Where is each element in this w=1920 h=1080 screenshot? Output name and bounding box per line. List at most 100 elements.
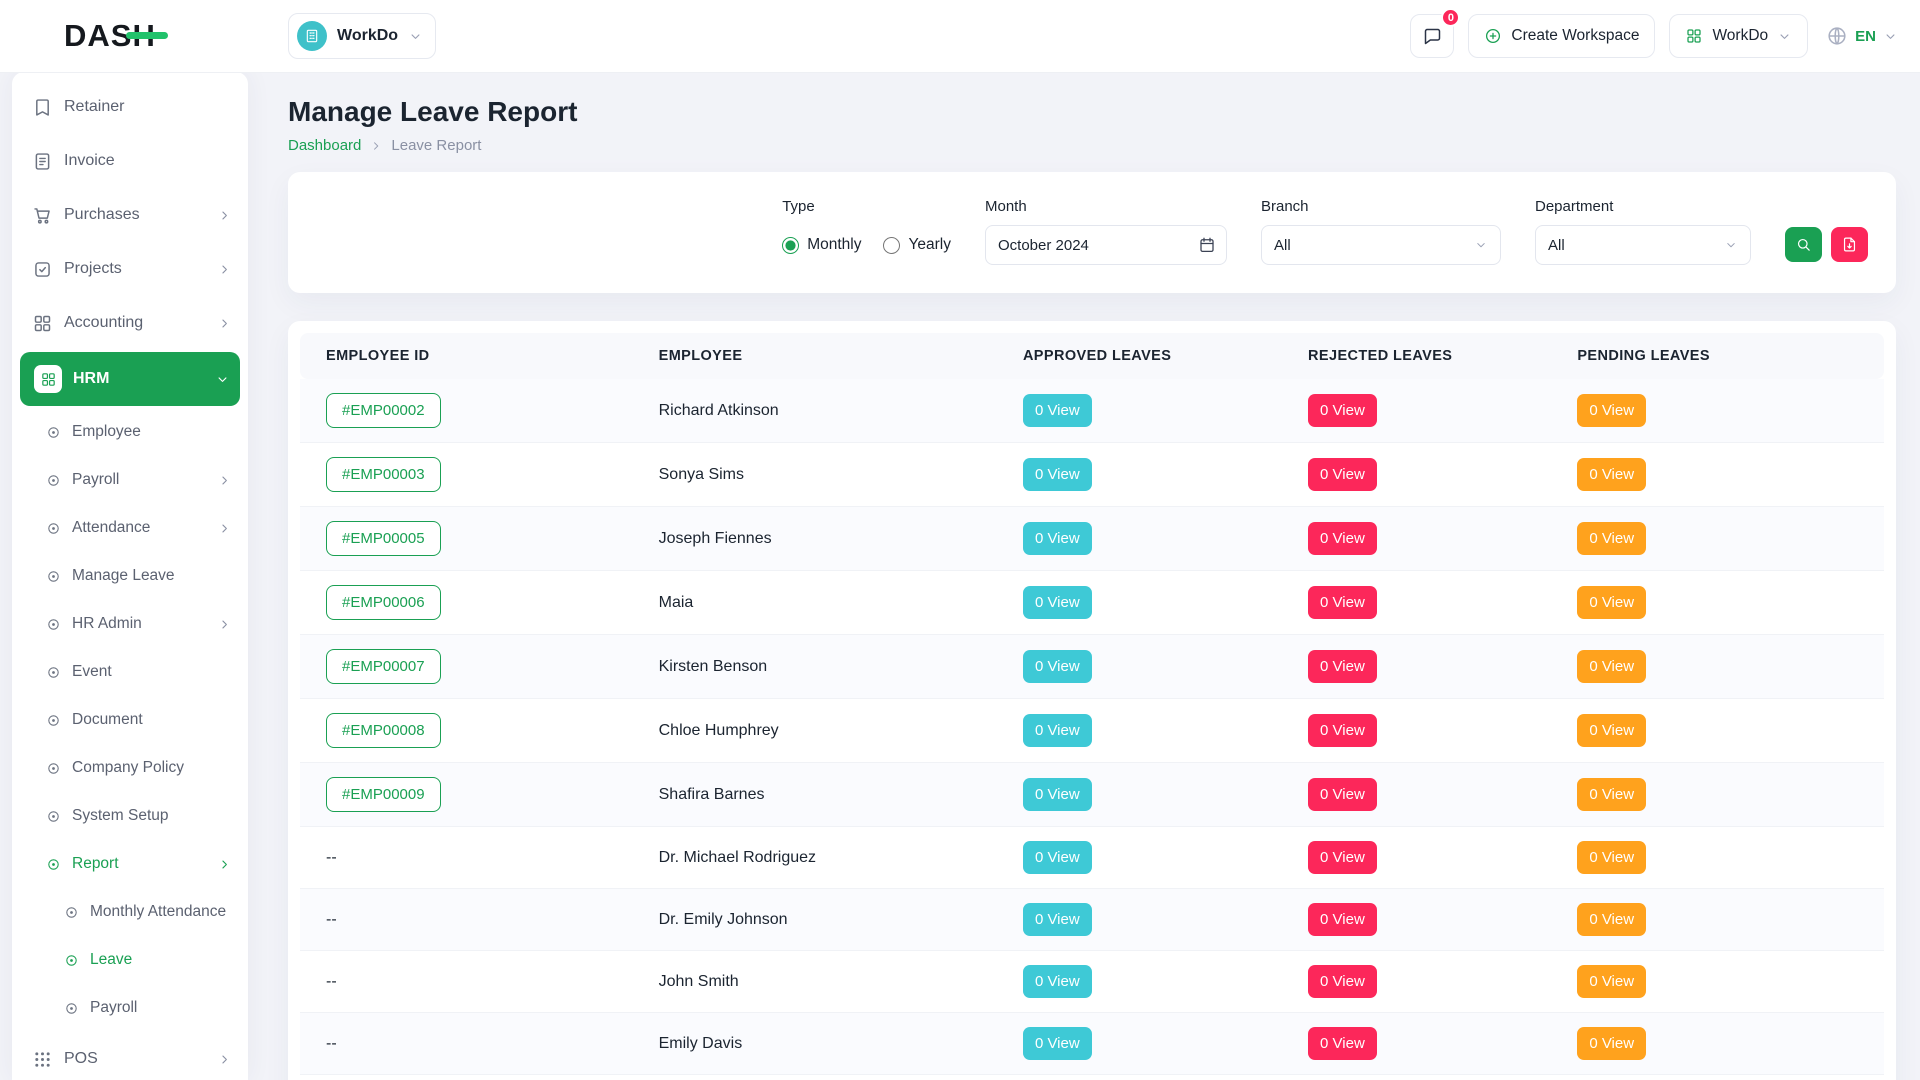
chevron-right-icon: [217, 1052, 232, 1067]
radio-yearly-input[interactable]: [883, 237, 900, 254]
branch-selected-value: All: [1274, 237, 1291, 254]
approved-leaves-button[interactable]: 0 View: [1023, 903, 1092, 936]
table-row: #EMP00007 Kirsten Benson 0 View 0 View 0 Vie…: [300, 635, 1884, 699]
employee-id-empty: --: [326, 973, 337, 990]
workspace-name: WorkDo: [337, 27, 398, 45]
sidebar-item-manage-leave[interactable]: Manage Leave: [18, 552, 242, 600]
branch-select[interactable]: All: [1261, 225, 1501, 265]
rejected-leaves-button[interactable]: 0 View: [1308, 650, 1377, 683]
sidebar-item-report[interactable]: Report: [18, 840, 242, 888]
brand-logo[interactable]: DASH: [0, 18, 288, 54]
employee-name: Kirsten Benson: [659, 658, 768, 675]
sidebar-item-company-policy[interactable]: Company Policy: [18, 744, 242, 792]
circle-icon: [46, 761, 61, 776]
workspace-dropdown-button[interactable]: WorkDo: [1669, 14, 1808, 58]
messages-button[interactable]: 0: [1410, 14, 1454, 58]
export-button[interactable]: [1831, 227, 1868, 262]
language-selector[interactable]: EN: [1822, 25, 1902, 47]
radio-monthly-input[interactable]: [782, 237, 799, 254]
sidebar-item-invoice[interactable]: Invoice: [18, 134, 242, 188]
approved-leaves-button[interactable]: 0 View: [1023, 778, 1092, 811]
sidebar-item-system-setup[interactable]: System Setup: [18, 792, 242, 840]
approved-leaves-button[interactable]: 0 View: [1023, 586, 1092, 619]
employee-id-button[interactable]: #EMP00008: [326, 713, 441, 748]
brand-logo-accent: [126, 32, 168, 39]
radio-yearly[interactable]: Yearly: [883, 236, 951, 254]
rejected-leaves-button[interactable]: 0 View: [1308, 714, 1377, 747]
workspace-avatar: [297, 21, 327, 51]
approved-leaves-button[interactable]: 0 View: [1023, 714, 1092, 747]
rejected-leaves-button[interactable]: 0 View: [1308, 903, 1377, 936]
circle-icon: [46, 809, 61, 824]
employee-name: Dr. Michael Rodriguez: [659, 849, 816, 866]
approved-leaves-button[interactable]: 0 View: [1023, 1027, 1092, 1060]
circle-icon: [46, 713, 61, 728]
approved-leaves-button[interactable]: 0 View: [1023, 522, 1092, 555]
rejected-leaves-button[interactable]: 0 View: [1308, 965, 1377, 998]
sidebar-item-label: Payroll: [90, 999, 232, 1017]
pending-leaves-button[interactable]: 0 View: [1577, 965, 1646, 998]
search-button[interactable]: [1785, 227, 1822, 262]
sidebar-item-retainer[interactable]: Retainer: [18, 80, 242, 134]
rejected-leaves-button[interactable]: 0 View: [1308, 394, 1377, 427]
employee-id-button[interactable]: #EMP00009: [326, 777, 441, 812]
pending-leaves-button[interactable]: 0 View: [1577, 458, 1646, 491]
sidebar-item-attendance[interactable]: Attendance: [18, 504, 242, 552]
sidebar-item-event[interactable]: Event: [18, 648, 242, 696]
sidebar-item-employee[interactable]: Employee: [18, 408, 242, 456]
employee-id-button[interactable]: #EMP00007: [326, 649, 441, 684]
rejected-leaves-button[interactable]: 0 View: [1308, 778, 1377, 811]
sidebar-item-label: Invoice: [64, 152, 232, 170]
pending-leaves-button[interactable]: 0 View: [1577, 903, 1646, 936]
employee-name: Emily Davis: [659, 1035, 743, 1052]
month-input[interactable]: [985, 225, 1227, 265]
rejected-leaves-button[interactable]: 0 View: [1308, 522, 1377, 555]
branch-filter: Branch All: [1261, 198, 1501, 265]
circle-icon: [46, 425, 61, 440]
approved-leaves-button[interactable]: 0 View: [1023, 650, 1092, 683]
employee-id-button[interactable]: #EMP00006: [326, 585, 441, 620]
sidebar-item-leave[interactable]: Leave: [18, 936, 242, 984]
pending-leaves-button[interactable]: 0 View: [1577, 522, 1646, 555]
sidebar-item-hrm[interactable]: HRM: [20, 352, 240, 406]
sidebar-item-accounting[interactable]: Accounting: [18, 296, 242, 350]
rejected-leaves-button[interactable]: 0 View: [1308, 841, 1377, 874]
employee-id-button[interactable]: #EMP00002: [326, 393, 441, 428]
approved-leaves-button[interactable]: 0 View: [1023, 841, 1092, 874]
chat-icon: [1422, 26, 1443, 47]
sidebar-item-projects[interactable]: Projects: [18, 242, 242, 296]
pending-leaves-button[interactable]: 0 View: [1577, 841, 1646, 874]
pending-leaves-button[interactable]: 0 View: [1577, 714, 1646, 747]
rejected-leaves-button[interactable]: 0 View: [1308, 458, 1377, 491]
approved-leaves-button[interactable]: 0 View: [1023, 394, 1092, 427]
leave-report-table: EMPLOYEE ID EMPLOYEE APPROVED LEAVES REJ…: [300, 333, 1884, 1080]
workspace-switcher-button[interactable]: WorkDo: [288, 13, 436, 59]
approved-leaves-button[interactable]: 0 View: [1023, 458, 1092, 491]
department-select[interactable]: All: [1535, 225, 1751, 265]
radio-monthly[interactable]: Monthly: [782, 236, 861, 254]
hrm-icon: [34, 365, 62, 393]
employee-id-button[interactable]: #EMP00003: [326, 457, 441, 492]
sidebar-item-payroll[interactable]: Payroll: [18, 984, 242, 1032]
sidebar-item-pos[interactable]: POS: [18, 1032, 242, 1080]
sidebar-item-label: Company Policy: [72, 759, 232, 777]
pending-leaves-button[interactable]: 0 View: [1577, 650, 1646, 683]
approved-leaves-button[interactable]: 0 View: [1023, 965, 1092, 998]
sidebar-item-document[interactable]: Document: [18, 696, 242, 744]
pending-leaves-button[interactable]: 0 View: [1577, 778, 1646, 811]
sidebar-item-payroll[interactable]: Payroll: [18, 456, 242, 504]
pending-leaves-button[interactable]: 0 View: [1577, 586, 1646, 619]
employee-id-button[interactable]: #EMP00005: [326, 521, 441, 556]
sidebar-item-hr-admin[interactable]: HR Admin: [18, 600, 242, 648]
sidebar-item-purchases[interactable]: Purchases: [18, 188, 242, 242]
rejected-leaves-button[interactable]: 0 View: [1308, 586, 1377, 619]
pending-leaves-button[interactable]: 0 View: [1577, 1027, 1646, 1060]
sidebar-item-monthly-attendance[interactable]: Monthly Attendance: [18, 888, 242, 936]
employee-name: Maia: [659, 594, 694, 611]
rejected-leaves-button[interactable]: 0 View: [1308, 1027, 1377, 1060]
create-workspace-button[interactable]: Create Workspace: [1468, 14, 1655, 58]
department-selected-value: All: [1548, 237, 1565, 254]
pending-leaves-button[interactable]: 0 View: [1577, 394, 1646, 427]
breadcrumb-dashboard-link[interactable]: Dashboard: [288, 137, 361, 154]
radio-monthly-label: Monthly: [807, 236, 861, 254]
